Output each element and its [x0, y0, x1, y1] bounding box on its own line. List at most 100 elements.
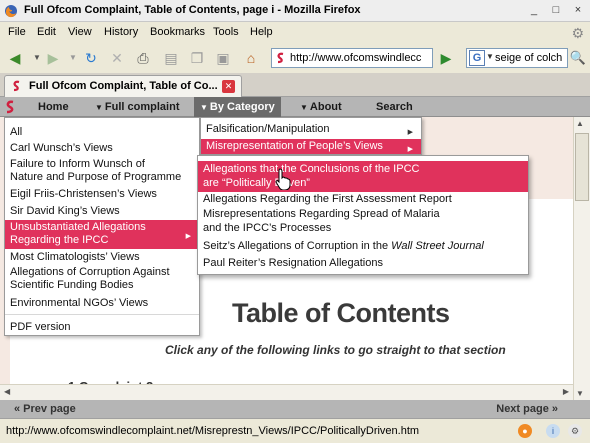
menu-item-first-assessment-report[interactable]: Allegations Regarding the First Assessme…	[198, 193, 528, 206]
menu-item-label: All	[10, 126, 23, 138]
minimize-button[interactable]: _	[526, 3, 542, 18]
tab-label: Full Ofcom Complaint, Table of Co...	[29, 80, 218, 92]
vertical-scrollbar[interactable]: ▲ ▼	[573, 117, 590, 400]
menu-item-label: Regarding the IPCC	[10, 234, 109, 246]
horizontal-scrollbar[interactable]: ◀ ▶	[0, 384, 573, 400]
menu-tools[interactable]: Tools	[213, 26, 239, 38]
site-favicon-icon	[277, 52, 284, 64]
site-logo-icon	[6, 100, 14, 114]
search-engine-icon[interactable]: G	[469, 50, 485, 66]
menu-item-label: and the IPCC’s Processes	[203, 222, 332, 234]
menu-divider	[5, 314, 199, 315]
menu-item-label: are “Politically Driven”	[203, 177, 310, 189]
menu-view[interactable]: View	[68, 26, 92, 38]
nav-full-complaint[interactable]: ▼ Full complaint	[95, 97, 179, 117]
site-nav: Home ▼ Full complaint ▼ By Category ▼ About…	[0, 97, 590, 117]
menu-item-label: Unsubstantiated Allegations	[10, 221, 146, 233]
firefox-status-icon[interactable]: ●	[518, 424, 532, 438]
scroll-left-icon[interactable]: ◀	[4, 387, 10, 396]
menu-item-falsification[interactable]: Falsification/Manipulation ▶	[201, 123, 421, 137]
menu-bookmarks[interactable]: Bookmarks	[150, 26, 205, 38]
menu-item-david-king[interactable]: Sir David King’s Views	[5, 205, 199, 218]
page-icon[interactable]: ▤	[162, 49, 180, 67]
next-page-link[interactable]: Next page »	[496, 403, 558, 415]
menu-item-pdf-version[interactable]: PDF version	[5, 321, 199, 334]
copy-icon[interactable]: ❐	[188, 49, 206, 67]
menu-item-unsubstantiated-allegations[interactable]: Unsubstantiated Allegations Regarding th…	[5, 220, 199, 249]
nav-about-label: About	[309, 101, 342, 113]
forward-icon[interactable]: ▶	[44, 49, 62, 67]
menu-item-label: Carl Wunsch’s Views	[10, 142, 113, 154]
url-text[interactable]: http://www.ofcomswindlecc	[290, 52, 430, 64]
menu-item-environmental-ngos[interactable]: Environmental NGOs’ Views	[5, 297, 199, 310]
firefox-icon	[5, 5, 17, 18]
window-title: Full Ofcom Complaint, Table of Contents,…	[24, 4, 361, 16]
menu-item-politically-driven[interactable]: Allegations that the Conclusions of the …	[198, 161, 528, 192]
menu-item-corruption-allegations[interactable]: Allegations of Corruption Against Scient…	[5, 266, 199, 294]
gear-icon[interactable]: ⚙	[571, 25, 584, 42]
maximize-button[interactable]: □	[548, 3, 564, 18]
scroll-right-icon[interactable]: ▶	[563, 387, 569, 396]
scroll-thumb[interactable]	[575, 133, 589, 201]
prev-page-link[interactable]: « Prev page	[14, 403, 76, 415]
go-icon[interactable]: ▶	[437, 49, 455, 67]
menu-item-failure-to-inform[interactable]: Failure to Inform Wunsch of Nature and P…	[5, 158, 199, 186]
menu-item-label: Seitz’s Allegations of Corruption in the…	[203, 240, 484, 253]
submenu-arrow-icon: ▶	[185, 233, 191, 240]
tab-bar: Full Ofcom Complaint, Table of Co... ✕	[0, 73, 590, 97]
dropdown-arrow-icon: ▼	[95, 103, 103, 112]
menu-item-label: Falsification/Manipulation	[206, 123, 330, 135]
tab-favicon-icon	[13, 80, 20, 92]
menu-help[interactable]: Help	[250, 26, 273, 38]
nav-full-complaint-label: Full complaint	[104, 101, 180, 113]
tab-active[interactable]: Full Ofcom Complaint, Table of Co... ✕	[4, 75, 242, 97]
forward-dropdown-icon[interactable]: ▼	[64, 49, 82, 67]
paste-icon[interactable]: ▣	[214, 49, 232, 67]
stop-icon[interactable]: ✕	[108, 49, 126, 67]
menu-item-wunsch[interactable]: Carl Wunsch’s Views	[5, 142, 199, 155]
scroll-up-icon[interactable]: ▲	[576, 119, 584, 128]
search-icon[interactable]: 🔍	[569, 48, 587, 68]
menu-file[interactable]: File	[8, 26, 26, 38]
status-url: http://www.ofcomswindlecomplaint.net/Mis…	[6, 425, 420, 437]
menu-bar: File Edit View History Bookmarks Tools H…	[0, 22, 590, 43]
scroll-down-icon[interactable]: ▼	[576, 389, 584, 398]
menu-item-all[interactable]: All	[5, 126, 199, 139]
menu-item-label: Nature and Purpose of Programme	[10, 171, 182, 183]
menu-history[interactable]: History	[104, 26, 138, 38]
search-bar[interactable]: G ▼ seige of colch	[466, 48, 568, 68]
menu-item-malaria[interactable]: Misrepresentations Regarding Spread of M…	[198, 208, 528, 236]
menu-item-label: Eigil Friis-Christensen’s Views	[10, 188, 157, 200]
search-input[interactable]: seige of colch	[495, 52, 567, 64]
menu-item-label: Paul Reiter’s Resignation Allegations	[203, 257, 383, 269]
hand-cursor-icon	[275, 168, 291, 190]
menu-item-misrepresentation[interactable]: Misrepresentation of People’s Views ▶	[201, 139, 421, 154]
misrepresentation-submenu: Allegations that the Conclusions of the …	[197, 155, 529, 275]
menu-item-label: PDF version	[10, 321, 71, 333]
reload-icon[interactable]: ↻	[82, 49, 100, 67]
menu-item-label: Environmental NGOs’ Views	[10, 297, 149, 309]
menu-item-friis-christensen[interactable]: Eigil Friis-Christensen’s Views	[5, 188, 199, 201]
engine-dropdown-icon[interactable]: ▼	[486, 52, 494, 61]
menu-item-seitz[interactable]: Seitz’s Allegations of Corruption in the…	[198, 240, 528, 253]
addon-icon[interactable]: ⚙	[568, 424, 582, 438]
title-bar: Full Ofcom Complaint, Table of Contents,…	[0, 0, 590, 22]
menu-item-label: Failure to Inform Wunsch of	[10, 158, 145, 170]
nav-about[interactable]: ▼ About	[300, 97, 342, 117]
menu-edit[interactable]: Edit	[37, 26, 56, 38]
nav-search[interactable]: Search	[376, 97, 413, 117]
close-tab-icon[interactable]: ✕	[222, 80, 235, 93]
nav-home[interactable]: Home	[38, 97, 69, 117]
page-subheading: Click any of the following links to go s…	[165, 343, 506, 357]
menu-item-reiter[interactable]: Paul Reiter’s Resignation Allegations	[198, 257, 528, 270]
nav-by-category[interactable]: ▼ By Category	[194, 97, 281, 117]
back-icon[interactable]: ◀	[6, 49, 24, 67]
print-icon[interactable]: ⎙	[134, 49, 152, 67]
menu-item-most-climatologists[interactable]: Most Climatologists’ Views	[5, 251, 199, 264]
url-bar[interactable]: http://www.ofcomswindlecc	[271, 48, 433, 68]
close-window-button[interactable]: ×	[570, 3, 586, 18]
menu-item-label: Allegations of Corruption Against	[10, 266, 170, 278]
info-icon[interactable]: i	[546, 424, 560, 438]
page-heading: Table of Contents	[232, 298, 450, 328]
home-icon[interactable]: ⌂	[242, 49, 260, 67]
